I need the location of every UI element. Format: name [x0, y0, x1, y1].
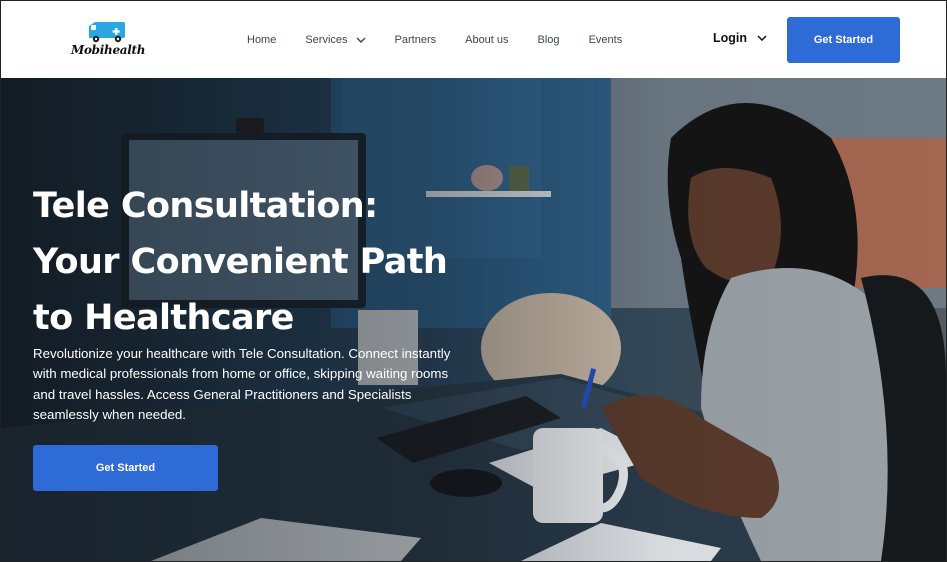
nav-link-label: Partners: [394, 34, 437, 46]
hero-description: Revolutionize your healthcare with Tele …: [33, 346, 451, 422]
nav-link-label: Home: [247, 34, 277, 46]
top-navbar: Mobihealth Home Services Partners About …: [1, 1, 946, 78]
nav-link-label: Blog: [537, 34, 560, 46]
nav-get-started-button[interactable]: Get Started: [787, 17, 900, 63]
hero-section: Tele Consultation: Your Convenient Path …: [1, 78, 946, 561]
hero-title-line: to Healthcare: [33, 298, 294, 338]
nav-link-services[interactable]: Services: [305, 34, 366, 46]
login-label: Login: [713, 31, 748, 45]
nav-link-label: About us: [465, 34, 509, 46]
nav-link-label: Services: [305, 34, 348, 46]
hero-title-line: Your Convenient Path: [33, 242, 448, 282]
ambulance-logo-icon: [89, 22, 125, 43]
hero-get-started-button[interactable]: Get Started: [33, 445, 218, 491]
brand-wordmark: Mobihealth: [71, 43, 146, 57]
nav-link-partners[interactable]: Partners: [395, 34, 437, 46]
nav-link-home[interactable]: Home: [247, 34, 276, 46]
nav-link-label: Events: [588, 34, 623, 46]
nav-link-blog[interactable]: Blog: [538, 34, 560, 46]
login-dropdown[interactable]: Login: [713, 31, 767, 45]
hero-title-line: Tele Consultation:: [33, 186, 378, 226]
nav-link-events[interactable]: Events: [589, 34, 623, 46]
nav-menu: Home Services Partners About us Blog Eve…: [247, 31, 651, 49]
chevron-down-icon: [356, 37, 366, 43]
nav-link-about-us[interactable]: About us: [465, 34, 508, 46]
chevron-down-icon: [757, 35, 767, 41]
brand-logo[interactable]: Mobihealth: [71, 19, 146, 63]
hero-title: Tele Consultation: Your Convenient Path …: [33, 178, 503, 346]
page-frame: Mobihealth Home Services Partners About …: [0, 0, 947, 562]
